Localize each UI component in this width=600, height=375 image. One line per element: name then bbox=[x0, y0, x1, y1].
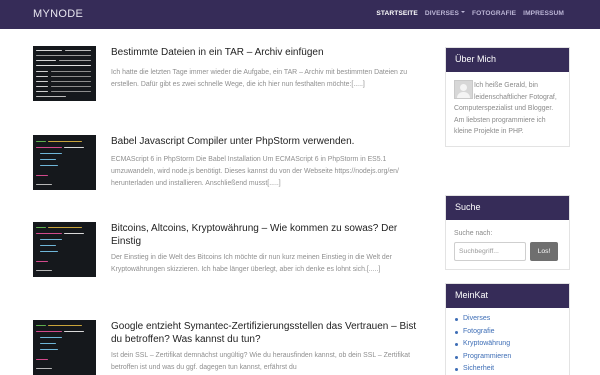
category-link[interactable]: Kryptowährung bbox=[455, 338, 569, 351]
post-title[interactable]: Babel Javascript Compiler unter PhpStorm… bbox=[111, 135, 423, 148]
site-brand[interactable]: MYNODE bbox=[33, 8, 83, 20]
post-thumbnail[interactable] bbox=[33, 222, 96, 277]
post-excerpt: ECMAScript 6 in PhpStorm Die Babel Insta… bbox=[111, 156, 399, 187]
caret-down-icon bbox=[461, 11, 466, 14]
about-title: Über Mich bbox=[446, 48, 569, 72]
about-body: Ich heiße Gerald, bin leidenschaftlicher… bbox=[446, 72, 569, 146]
post-thumbnail[interactable] bbox=[33, 135, 96, 190]
categories-title: MeinKat bbox=[446, 284, 569, 308]
post-title[interactable]: Bestimmte Dateien in ein TAR – Archiv ei… bbox=[111, 46, 423, 59]
main-nav: STARTSEITE DIVERSES FOTOGRAFIE IMPRESSUM bbox=[376, 10, 564, 17]
nav-startseite[interactable]: STARTSEITE bbox=[376, 10, 418, 17]
nav-impressum[interactable]: IMPRESSUM bbox=[523, 10, 564, 17]
nav-diverses[interactable]: DIVERSES bbox=[424, 10, 466, 17]
post-excerpt: Ist dein SSL – Zertifikat demnächst ungü… bbox=[111, 352, 411, 371]
nav-diverses-label: DIVERSES bbox=[424, 10, 460, 17]
nav-fotografie[interactable]: FOTOGRAFIE bbox=[472, 10, 516, 17]
search-title: Suche bbox=[446, 196, 569, 220]
categories-widget: MeinKat Diverses Fotografie Kryptowährun… bbox=[445, 283, 570, 375]
post-title[interactable]: Google entzieht Symantec-Zertifizierungs… bbox=[111, 320, 423, 346]
search-form: Los! bbox=[454, 241, 561, 261]
avatar bbox=[454, 80, 473, 99]
about-widget: Über Mich Ich heiße Gerald, bin leidensc… bbox=[445, 47, 570, 147]
search-body: Suche nach: Los! bbox=[446, 220, 569, 269]
category-link[interactable]: Sicherheit bbox=[455, 363, 569, 375]
search-button[interactable]: Los! bbox=[530, 241, 558, 261]
post-thumbnail[interactable] bbox=[33, 320, 96, 375]
category-link[interactable]: Fotografie bbox=[455, 326, 569, 339]
category-link[interactable]: Diverses bbox=[455, 313, 569, 326]
category-link[interactable]: Programmieren bbox=[455, 351, 569, 364]
post-excerpt: Ich hatte die letzten Tage immer wieder … bbox=[111, 69, 408, 88]
post-excerpt: Der Einstieg in die Welt des Bitcoins Ic… bbox=[111, 254, 392, 273]
search-label: Suche nach: bbox=[454, 230, 493, 237]
top-navbar: MYNODE STARTSEITE DIVERSES FOTOGRAFIE IM… bbox=[0, 0, 600, 29]
search-input[interactable] bbox=[454, 241, 526, 261]
search-widget: Suche Suche nach: Los! bbox=[445, 195, 570, 270]
post-title[interactable]: Bitcoins, Altcoins, Kryptowährung – Wie … bbox=[111, 222, 423, 248]
category-list: Diverses Fotografie Kryptowährung Progra… bbox=[446, 308, 569, 375]
post-thumbnail[interactable] bbox=[33, 46, 96, 101]
